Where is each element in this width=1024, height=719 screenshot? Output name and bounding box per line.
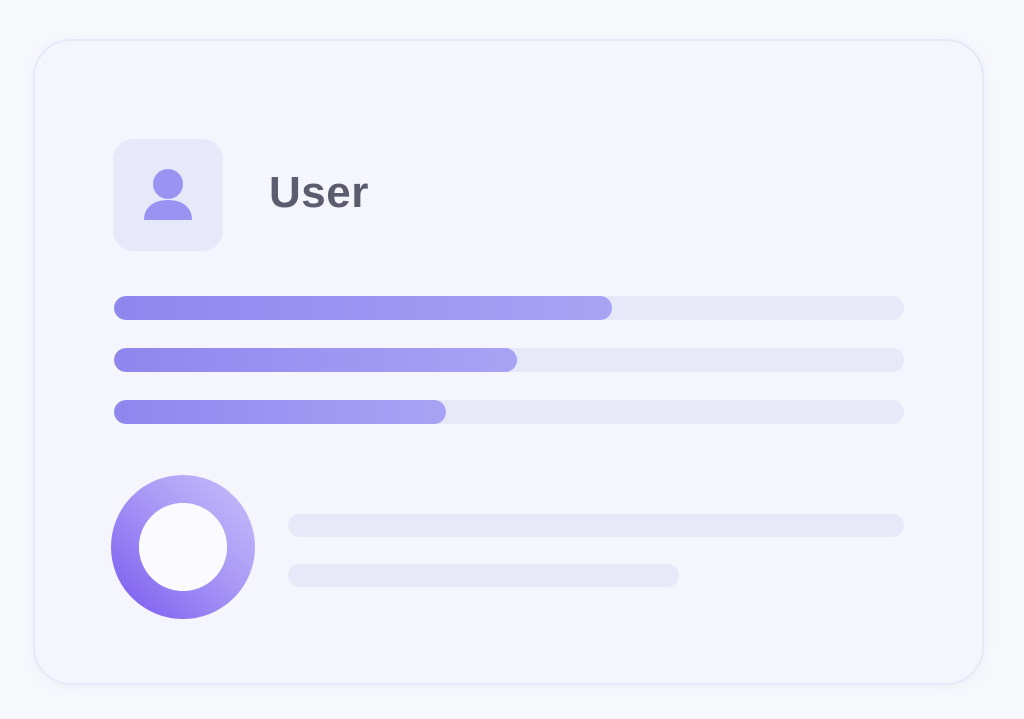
card-title: User [269, 168, 369, 217]
user-icon [144, 169, 192, 220]
progress-bar-1 [114, 296, 904, 320]
avatar [113, 139, 223, 251]
progress-bar-3 [114, 400, 904, 424]
placeholder-line-2 [288, 564, 679, 587]
donut-ring [111, 475, 255, 619]
placeholder-line-1 [288, 514, 904, 537]
user-card: User [33, 39, 984, 685]
progress-bar-2 [114, 348, 904, 372]
progress-fill [114, 296, 612, 320]
progress-fill [114, 400, 446, 424]
progress-fill [114, 348, 517, 372]
